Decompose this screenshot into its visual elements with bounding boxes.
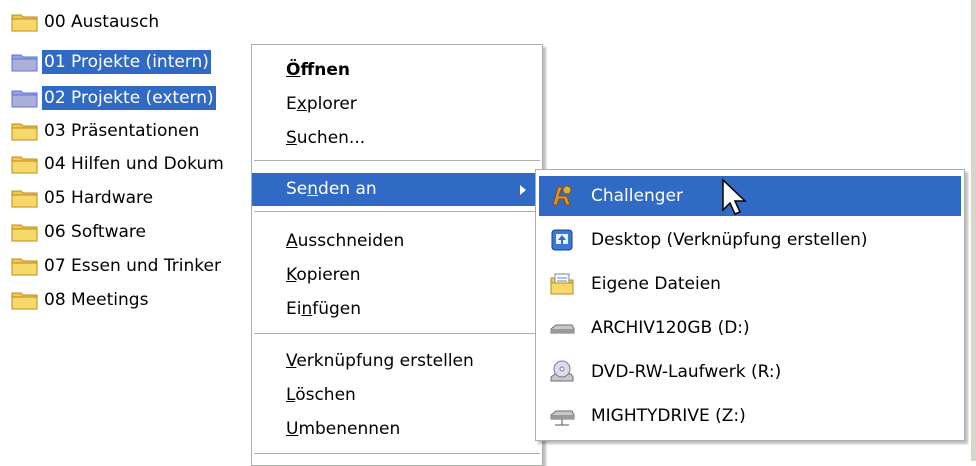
folder-item[interactable]: 03 Präsentationen (10, 119, 201, 143)
menu-item-label: Ei (286, 299, 302, 319)
folder-icon (10, 289, 40, 311)
documents-folder-icon (549, 271, 575, 297)
menu-item-label: Se (286, 179, 308, 199)
folder-label: 00 Austausch (44, 12, 160, 32)
menu-item-label: den an (318, 179, 377, 199)
sendto-item-archiv-drive[interactable]: ARCHIV120GB (D:) (539, 308, 961, 348)
folder-label: 05 Hardware (44, 188, 154, 208)
folder-icon (10, 11, 40, 33)
menu-separator (254, 333, 540, 334)
challenger-app-icon (549, 183, 575, 209)
folder-label: 06 Software (44, 222, 146, 242)
sendto-item-dvd-drive[interactable]: DVD-RW-Laufwerk (R:) (539, 352, 961, 392)
sendto-item-my-documents[interactable]: Eigene Dateien (539, 264, 961, 304)
menu-item-label: E (286, 94, 297, 114)
folder-label: 03 Präsentationen (44, 121, 200, 141)
menu-item-accel: L (286, 385, 296, 405)
menu-item-label: erknüpfung erstellen (296, 351, 474, 371)
menu-item-label: ffnen (300, 60, 350, 80)
dvd-drive-icon (549, 359, 575, 385)
folder-icon (10, 120, 40, 142)
menu-item-label: uchen... (296, 128, 366, 148)
folder-item[interactable]: 07 Essen und Trinker (10, 254, 223, 278)
menu-item-accel: n (301, 299, 313, 319)
menu-item-label: fügen (312, 299, 362, 319)
menu-separator (254, 160, 540, 161)
sendto-item-label: MIGHTYDRIVE (Z:) (591, 406, 746, 426)
folder-label: 07 Essen und Trinker (44, 256, 221, 276)
menu-item-accel: S (286, 128, 297, 148)
folder-icon (10, 255, 40, 277)
menu-item-accel: Ö (286, 60, 301, 80)
desktop-icon (549, 227, 575, 253)
menu-separator (254, 211, 540, 212)
menu-item-label: plorer (306, 94, 357, 114)
menu-item-send-to[interactable]: Senden an (252, 173, 542, 206)
menu-item-cut[interactable]: Ausschneiden (252, 225, 542, 258)
menu-item-accel: n (307, 179, 319, 199)
folder-item[interactable]: 00 Austausch (10, 10, 161, 34)
window-frame-edge (971, 0, 976, 461)
menu-item-accel: K (286, 265, 297, 285)
menu-item-label: mbenennen (298, 419, 401, 439)
menu-item-paste[interactable]: Einfügen (252, 293, 542, 326)
context-menu: Öffnen Explorer Suchen... Senden an Auss… (251, 44, 543, 466)
folder-label: 02 Projekte (extern) (42, 86, 216, 110)
menu-separator (254, 453, 540, 454)
folder-item[interactable]: 06 Software (10, 220, 148, 244)
hard-drive-icon (549, 315, 575, 341)
menu-item-create-shortcut[interactable]: Verknüpfung erstellen (252, 345, 542, 378)
folder-item[interactable]: 01 Projekte (intern) (10, 50, 211, 74)
folder-icon (10, 187, 40, 209)
folder-label: 01 Projekte (intern) (42, 50, 211, 74)
menu-item-copy[interactable]: Kopieren (252, 259, 542, 292)
folder-item[interactable]: 02 Projekte (extern) (10, 86, 216, 110)
sendto-item-label: Eigene Dateien (591, 274, 721, 294)
folder-label: 04 Hilfen und Dokum (44, 154, 224, 174)
sendto-item-label: DVD-RW-Laufwerk (R:) (591, 362, 782, 382)
folder-icon (10, 51, 40, 73)
menu-item-delete[interactable]: Löschen (252, 379, 542, 412)
menu-item-rename[interactable]: Umbenennen (252, 413, 542, 446)
folder-item[interactable]: 08 Meetings (10, 288, 150, 312)
folder-icon (10, 221, 40, 243)
menu-item-accel: x (296, 94, 307, 114)
folder-icon (10, 87, 40, 109)
menu-item-accel: U (286, 419, 299, 439)
network-drive-icon (549, 403, 575, 429)
menu-item-accel: V (286, 351, 297, 371)
folder-label: 08 Meetings (44, 290, 149, 310)
mouse-pointer-icon (721, 178, 751, 218)
folder-icon (10, 153, 40, 175)
menu-item-accel: A (286, 231, 298, 251)
menu-item-label: usschneiden (297, 231, 405, 251)
menu-item-open[interactable]: Öffnen (252, 54, 542, 87)
submenu-arrow-icon (520, 185, 526, 195)
sendto-item-label: Challenger (591, 186, 683, 206)
menu-item-explorer[interactable]: Explorer (252, 88, 542, 121)
folder-item[interactable]: 05 Hardware (10, 186, 155, 210)
menu-item-label: opieren (296, 265, 361, 285)
menu-item-label: öschen (295, 385, 356, 405)
sendto-item-desktop[interactable]: Desktop (Verknüpfung erstellen) (539, 220, 961, 260)
sendto-item-mightydrive[interactable]: MIGHTYDRIVE (Z:) (539, 396, 961, 436)
folder-item[interactable]: 04 Hilfen und Dokum (10, 152, 226, 176)
sendto-item-label: Desktop (Verknüpfung erstellen) (591, 230, 868, 250)
menu-item-search[interactable]: Suchen... (252, 122, 542, 155)
sendto-item-label: ARCHIV120GB (D:) (591, 318, 750, 338)
